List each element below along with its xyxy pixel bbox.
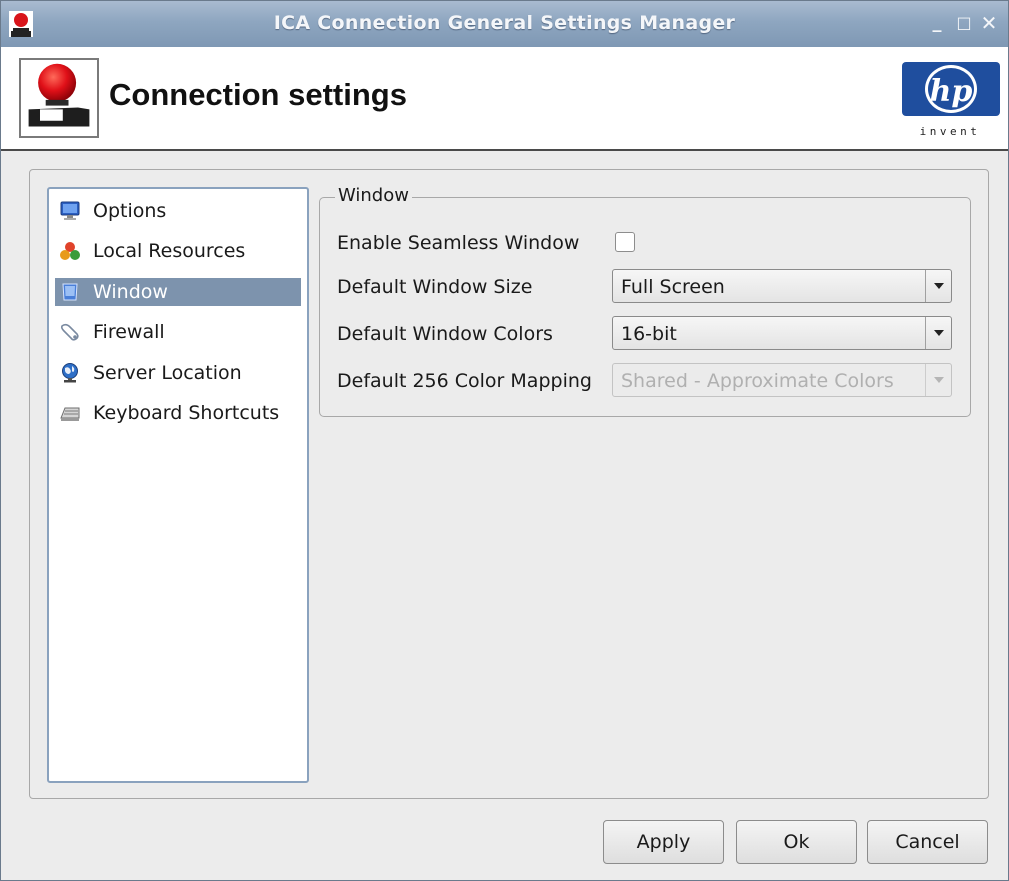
app-window: ICA Connection General Settings Manager … <box>0 0 1009 881</box>
svg-text:hp: hp <box>930 74 973 109</box>
window-colors-label: Default Window Colors <box>337 323 553 345</box>
nav-label: Local Resources <box>93 240 246 262</box>
page-title: Connection settings <box>109 77 407 112</box>
nav-label: Options <box>93 200 167 222</box>
globe-icon <box>62 363 78 383</box>
window-icon <box>62 283 78 301</box>
monitor-icon <box>60 201 80 220</box>
minimize-button[interactable]: _ <box>927 13 947 33</box>
seamless-window-label: Enable Seamless Window <box>337 232 580 254</box>
title-bar[interactable]: ICA Connection General Settings Manager … <box>1 1 1008 47</box>
close-button[interactable]: ✕ <box>979 13 999 33</box>
nav-item-server-location[interactable]: Server Location <box>55 359 301 387</box>
nav-label: Server Location <box>93 362 242 384</box>
hp-tagline: invent <box>920 125 981 138</box>
ok-button[interactable]: Ok <box>736 820 857 864</box>
nav-item-firewall[interactable]: Firewall <box>55 318 301 346</box>
connection-settings-icon <box>19 58 99 138</box>
chevron-down-icon <box>934 283 944 289</box>
nav-item-local-resources[interactable]: Local Resources <box>55 237 301 265</box>
firewall-icon <box>60 323 79 341</box>
nav-item-keyboard-shortcuts[interactable]: Keyboard Shortcuts <box>55 399 301 427</box>
color-mapping-select: Shared - Approximate Colors <box>612 363 952 397</box>
settings-category-list: Options Local Resources Window Firewall <box>47 187 309 783</box>
nav-label: Firewall <box>93 321 165 343</box>
window-colors-select[interactable]: 16-bit <box>612 316 952 350</box>
nav-label: Window <box>93 281 168 303</box>
color-mapping-label: Default 256 Color Mapping <box>337 370 592 392</box>
nav-item-window[interactable]: Window <box>55 278 301 306</box>
window-colors-value: 16-bit <box>621 323 677 345</box>
window-title: ICA Connection General Settings Manager <box>273 12 736 34</box>
dropdown-button[interactable] <box>925 270 951 302</box>
page-header: Connection settings hp invent <box>1 47 1008 151</box>
dropdown-button[interactable] <box>925 317 951 349</box>
window-size-label: Default Window Size <box>337 276 533 298</box>
resources-icon <box>60 242 80 260</box>
window-size-select[interactable]: Full Screen <box>612 269 952 303</box>
dropdown-button <box>925 364 951 396</box>
nav-label: Keyboard Shortcuts <box>93 402 280 424</box>
window-size-value: Full Screen <box>621 276 725 298</box>
cancel-button[interactable]: Cancel <box>867 820 988 864</box>
nav-item-options[interactable]: Options <box>55 197 301 225</box>
keyboard-icon <box>60 407 80 421</box>
chevron-down-icon <box>934 377 944 383</box>
apply-button[interactable]: Apply <box>603 820 724 864</box>
seamless-window-checkbox[interactable] <box>615 232 635 252</box>
maximize-button[interactable]: □ <box>954 13 974 33</box>
group-legend: Window <box>335 185 412 206</box>
color-mapping-value: Shared - Approximate Colors <box>621 370 894 392</box>
chevron-down-icon <box>934 330 944 336</box>
hp-logo: hp invent <box>902 62 1000 138</box>
